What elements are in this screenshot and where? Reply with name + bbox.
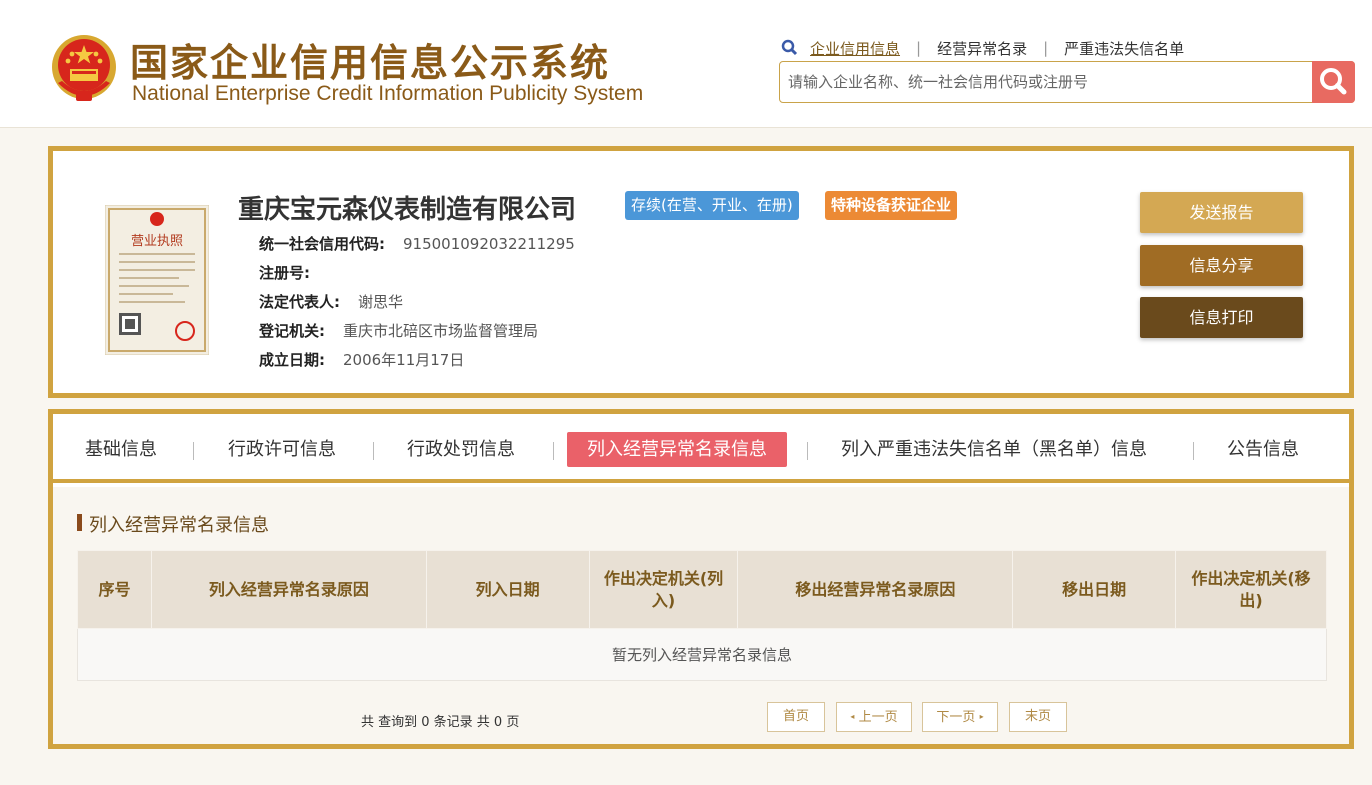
top-links: 企业信用信息 | 经营异常名录 | 严重违法失信名单 xyxy=(780,38,1184,58)
tab-blacklist[interactable]: 列入严重违法失信名单（黑名单）信息 xyxy=(841,432,1147,467)
prev-page-button[interactable]: ◂ 上一页 xyxy=(836,702,912,732)
site-subtitle: National Enterprise Credit Information P… xyxy=(132,82,644,105)
site-header: 国家企业信用信息公示系统 National Enterprise Credit … xyxy=(0,0,1372,128)
field-value: 重庆市北碚区市场监督管理局 xyxy=(343,322,539,340)
section-title: 列入经营异常名录信息 xyxy=(77,511,269,537)
pager-info: 共 查询到 0 条记录 共 0 页 xyxy=(361,715,520,730)
search-button[interactable] xyxy=(1312,61,1355,103)
empty-message: 暂无列入经营异常名录信息 xyxy=(77,628,1327,681)
tab-abnormal-list[interactable]: 列入经营异常名录信息 xyxy=(567,432,787,467)
search-input[interactable] xyxy=(788,62,1308,102)
column-header: 作出决定机关(移出) xyxy=(1175,550,1327,629)
tab-admin-penalty[interactable]: 行政处罚信息 xyxy=(407,432,515,467)
link-divider: | xyxy=(1043,39,1049,57)
prev-page-label: 上一页 xyxy=(858,710,898,725)
field-reg-number: 注册号: xyxy=(259,262,328,283)
column-header: 列入经营异常名录原因 xyxy=(150,550,427,629)
tab-basic-info[interactable]: 基础信息 xyxy=(85,432,157,467)
link-abnormal-list[interactable]: 经营异常名录 xyxy=(937,38,1027,59)
table-header-row: 序号 列入经营异常名录原因 列入日期 作出决定机关(列入) 移出经营异常名录原因… xyxy=(77,550,1327,629)
tab-divider xyxy=(1193,442,1194,460)
abnormal-list-section: 列入经营异常名录信息 序号 列入经营异常名录原因 列入日期 作出决定机关(列入)… xyxy=(53,487,1349,744)
search-icon xyxy=(1320,68,1347,95)
triangle-left-icon: ◂ xyxy=(850,712,855,721)
table-row: 暂无列入经营异常名录信息 xyxy=(77,628,1327,681)
license-title: 营业执照 xyxy=(131,234,183,249)
column-header: 序号 xyxy=(77,550,152,629)
field-credit-code: 统一社会信用代码: 915001092032211295 xyxy=(259,233,575,254)
abnormal-list-table: 序号 列入经营异常名录原因 列入日期 作出决定机关(列入) 移出经营异常名录原因… xyxy=(77,550,1327,681)
field-label: 成立日期: xyxy=(259,351,325,369)
tab-admin-license[interactable]: 行政许可信息 xyxy=(228,432,336,467)
field-founded-date: 成立日期: 2006年11月17日 xyxy=(259,349,464,370)
tab-divider xyxy=(553,442,554,460)
column-header: 作出决定机关(列入) xyxy=(588,550,739,629)
field-value: 谢思华 xyxy=(358,293,404,311)
link-enterprise-credit[interactable]: 企业信用信息 xyxy=(810,38,900,59)
field-legal-rep: 法定代表人: 谢思华 xyxy=(259,291,403,312)
tab-bar: 基础信息 行政许可信息 行政处罚信息 列入经营异常名录信息 列入严重违法失信名单… xyxy=(53,414,1349,483)
column-header: 移出经营异常名录原因 xyxy=(737,550,1014,629)
field-label: 登记机关: xyxy=(259,322,325,340)
column-header: 列入日期 xyxy=(425,550,590,629)
field-value: 915001092032211295 xyxy=(403,235,575,253)
status-badge: 存续(在营、开业、在册) xyxy=(625,191,799,220)
company-name: 重庆宝元森仪表制造有限公司 xyxy=(238,195,577,225)
special-equipment-badge: 特种设备获证企业 xyxy=(825,191,958,220)
column-header: 移出日期 xyxy=(1012,550,1177,629)
next-page-button[interactable]: 下一页 ▸ xyxy=(922,702,998,732)
link-blacklist[interactable]: 严重违法失信名单 xyxy=(1064,38,1184,59)
field-label: 法定代表人: xyxy=(259,293,340,311)
link-divider: | xyxy=(916,39,922,57)
search-box xyxy=(779,61,1355,103)
tab-divider xyxy=(193,442,194,460)
tab-announcements[interactable]: 公告信息 xyxy=(1227,432,1299,467)
field-authority: 登记机关: 重庆市北碚区市场监督管理局 xyxy=(259,320,538,341)
info-panel: 基础信息 行政许可信息 行政处罚信息 列入经营异常名录信息 列入严重违法失信名单… xyxy=(48,409,1354,749)
field-value: 2006年11月17日 xyxy=(343,351,465,369)
license-image: 营业执照 xyxy=(105,205,209,355)
first-page-button[interactable]: 首页 xyxy=(767,702,825,732)
last-page-button[interactable]: 末页 xyxy=(1009,702,1067,732)
field-label: 注册号: xyxy=(259,264,310,282)
tab-divider xyxy=(807,442,808,460)
share-info-button[interactable]: 信息分享 xyxy=(1140,245,1303,286)
site-title: 国家企业信用信息公示系统 xyxy=(130,41,611,85)
company-card: 营业执照 重庆宝元森仪表制造有限公司 存续(在营、开业、在册) 特种设备获证企业… xyxy=(48,146,1354,398)
triangle-right-icon: ▸ xyxy=(979,712,984,721)
print-info-button[interactable]: 信息打印 xyxy=(1140,297,1303,338)
field-label: 统一社会信用代码: xyxy=(259,235,385,253)
tab-divider xyxy=(373,442,374,460)
send-report-button[interactable]: 发送报告 xyxy=(1140,192,1303,233)
national-emblem-icon xyxy=(52,35,116,101)
next-page-label: 下一页 xyxy=(936,710,976,725)
magnifier-icon xyxy=(781,39,798,56)
